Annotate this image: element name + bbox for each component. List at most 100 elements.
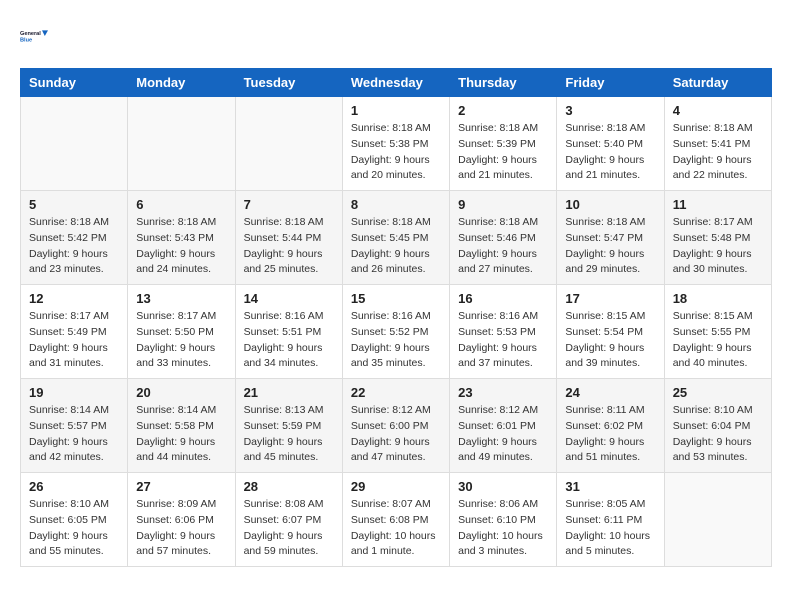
day-number: 24 [565, 385, 655, 400]
calendar-cell [21, 97, 128, 191]
day-info: Sunrise: 8:07 AM Sunset: 6:08 PM Dayligh… [351, 497, 441, 560]
day-info: Sunrise: 8:18 AM Sunset: 5:46 PM Dayligh… [458, 215, 548, 278]
day-info: Sunrise: 8:12 AM Sunset: 6:00 PM Dayligh… [351, 403, 441, 466]
calendar-cell: 4 Sunrise: 8:18 AM Sunset: 5:41 PM Daylig… [664, 97, 771, 191]
day-number: 18 [673, 291, 763, 306]
calendar-cell: 17 Sunrise: 8:15 AM Sunset: 5:54 PM Dayli… [557, 285, 664, 379]
day-number: 28 [244, 479, 334, 494]
day-info: Sunrise: 8:10 AM Sunset: 6:04 PM Dayligh… [673, 403, 763, 466]
day-info: Sunrise: 8:18 AM Sunset: 5:42 PM Dayligh… [29, 215, 119, 278]
day-info: Sunrise: 8:16 AM Sunset: 5:53 PM Dayligh… [458, 309, 548, 372]
day-info: Sunrise: 8:17 AM Sunset: 5:48 PM Dayligh… [673, 215, 763, 278]
day-info: Sunrise: 8:06 AM Sunset: 6:10 PM Dayligh… [458, 497, 548, 560]
day-info: Sunrise: 8:05 AM Sunset: 6:11 PM Dayligh… [565, 497, 655, 560]
page-header: GeneralBlue [20, 20, 772, 52]
calendar-cell: 16 Sunrise: 8:16 AM Sunset: 5:53 PM Dayli… [450, 285, 557, 379]
day-info: Sunrise: 8:11 AM Sunset: 6:02 PM Dayligh… [565, 403, 655, 466]
day-info: Sunrise: 8:17 AM Sunset: 5:50 PM Dayligh… [136, 309, 226, 372]
weekday-header-thursday: Thursday [450, 69, 557, 97]
day-number: 15 [351, 291, 441, 306]
day-info: Sunrise: 8:18 AM Sunset: 5:45 PM Dayligh… [351, 215, 441, 278]
day-number: 12 [29, 291, 119, 306]
calendar-cell: 13 Sunrise: 8:17 AM Sunset: 5:50 PM Dayli… [128, 285, 235, 379]
day-number: 5 [29, 197, 119, 212]
day-info: Sunrise: 8:15 AM Sunset: 5:54 PM Dayligh… [565, 309, 655, 372]
day-number: 9 [458, 197, 548, 212]
calendar-cell: 8 Sunrise: 8:18 AM Sunset: 5:45 PM Daylig… [342, 191, 449, 285]
day-info: Sunrise: 8:08 AM Sunset: 6:07 PM Dayligh… [244, 497, 334, 560]
calendar-cell: 18 Sunrise: 8:15 AM Sunset: 5:55 PM Dayli… [664, 285, 771, 379]
day-number: 8 [351, 197, 441, 212]
day-number: 17 [565, 291, 655, 306]
calendar-cell: 15 Sunrise: 8:16 AM Sunset: 5:52 PM Dayli… [342, 285, 449, 379]
day-number: 4 [673, 103, 763, 118]
weekday-header-monday: Monday [128, 69, 235, 97]
day-number: 30 [458, 479, 548, 494]
calendar-cell: 27 Sunrise: 8:09 AM Sunset: 6:06 PM Dayli… [128, 473, 235, 567]
calendar-cell: 3 Sunrise: 8:18 AM Sunset: 5:40 PM Daylig… [557, 97, 664, 191]
calendar-cell [128, 97, 235, 191]
day-info: Sunrise: 8:16 AM Sunset: 5:52 PM Dayligh… [351, 309, 441, 372]
weekday-header-sunday: Sunday [21, 69, 128, 97]
weekday-header-wednesday: Wednesday [342, 69, 449, 97]
calendar-cell: 20Sunrise: 8:14 AM Sunset: 5:58 PM Dayli… [128, 379, 235, 473]
calendar-week-row: 26Sunrise: 8:10 AM Sunset: 6:05 PM Dayli… [21, 473, 772, 567]
day-info: Sunrise: 8:18 AM Sunset: 5:44 PM Dayligh… [244, 215, 334, 278]
day-info: Sunrise: 8:14 AM Sunset: 5:58 PM Dayligh… [136, 403, 226, 466]
day-number: 3 [565, 103, 655, 118]
day-number: 16 [458, 291, 548, 306]
day-number: 10 [565, 197, 655, 212]
calendar-cell: 28 Sunrise: 8:08 AM Sunset: 6:07 PM Dayli… [235, 473, 342, 567]
day-info: Sunrise: 8:13 AM Sunset: 5:59 PM Dayligh… [244, 403, 334, 466]
day-info: Sunrise: 8:18 AM Sunset: 5:41 PM Dayligh… [673, 121, 763, 184]
day-number: 29 [351, 479, 441, 494]
weekday-header-tuesday: Tuesday [235, 69, 342, 97]
calendar-cell: 12Sunrise: 8:17 AM Sunset: 5:49 PM Dayli… [21, 285, 128, 379]
day-number: 13 [136, 291, 226, 306]
day-number: 19 [29, 385, 119, 400]
day-number: 25 [673, 385, 763, 400]
day-info: Sunrise: 8:14 AM Sunset: 5:57 PM Dayligh… [29, 403, 119, 466]
calendar-cell: 30 Sunrise: 8:06 AM Sunset: 6:10 PM Dayli… [450, 473, 557, 567]
day-info: Sunrise: 8:18 AM Sunset: 5:39 PM Dayligh… [458, 121, 548, 184]
weekday-header-saturday: Saturday [664, 69, 771, 97]
day-info: Sunrise: 8:18 AM Sunset: 5:40 PM Dayligh… [565, 121, 655, 184]
calendar-cell: 5 Sunrise: 8:18 AM Sunset: 5:42 PM Daylig… [21, 191, 128, 285]
calendar-week-row: 5 Sunrise: 8:18 AM Sunset: 5:42 PM Daylig… [21, 191, 772, 285]
day-number: 11 [673, 197, 763, 212]
logo: GeneralBlue [20, 20, 52, 52]
calendar-cell: 22Sunrise: 8:12 AM Sunset: 6:00 PM Dayli… [342, 379, 449, 473]
calendar-cell: 1 Sunrise: 8:18 AM Sunset: 5:38 PM Daylig… [342, 97, 449, 191]
calendar-cell: 19 Sunrise: 8:14 AM Sunset: 5:57 PM Dayli… [21, 379, 128, 473]
day-info: Sunrise: 8:09 AM Sunset: 6:06 PM Dayligh… [136, 497, 226, 560]
svg-text:Blue: Blue [20, 38, 32, 44]
day-number: 1 [351, 103, 441, 118]
calendar-week-row: 1 Sunrise: 8:18 AM Sunset: 5:38 PM Daylig… [21, 97, 772, 191]
calendar-cell: 25 Sunrise: 8:10 AM Sunset: 6:04 PM Dayli… [664, 379, 771, 473]
calendar-cell: 24 Sunrise: 8:11 AM Sunset: 6:02 PM Dayli… [557, 379, 664, 473]
calendar-cell [664, 473, 771, 567]
day-info: Sunrise: 8:12 AM Sunset: 6:01 PM Dayligh… [458, 403, 548, 466]
svg-text:General: General [20, 31, 41, 37]
day-number: 7 [244, 197, 334, 212]
calendar-cell: 11 Sunrise: 8:17 AM Sunset: 5:48 PM Dayli… [664, 191, 771, 285]
calendar-cell [235, 97, 342, 191]
calendar-cell: 29 Sunrise: 8:07 AM Sunset: 6:08 PM Dayli… [342, 473, 449, 567]
day-info: Sunrise: 8:15 AM Sunset: 5:55 PM Dayligh… [673, 309, 763, 372]
weekday-header-friday: Friday [557, 69, 664, 97]
day-number: 26 [29, 479, 119, 494]
day-number: 27 [136, 479, 226, 494]
calendar-week-row: 12Sunrise: 8:17 AM Sunset: 5:49 PM Dayli… [21, 285, 772, 379]
calendar-cell: 2Sunrise: 8:18 AM Sunset: 5:39 PM Daylig… [450, 97, 557, 191]
day-info: Sunrise: 8:18 AM Sunset: 5:38 PM Dayligh… [351, 121, 441, 184]
day-number: 31 [565, 479, 655, 494]
calendar-cell: 6Sunrise: 8:18 AM Sunset: 5:43 PM Daylig… [128, 191, 235, 285]
calendar-cell: 9 Sunrise: 8:18 AM Sunset: 5:46 PM Daylig… [450, 191, 557, 285]
day-number: 14 [244, 291, 334, 306]
calendar-cell: 14Sunrise: 8:16 AM Sunset: 5:51 PM Dayli… [235, 285, 342, 379]
logo-icon: GeneralBlue [20, 20, 52, 52]
weekday-header-row: SundayMondayTuesdayWednesdayThursdayFrid… [21, 69, 772, 97]
calendar-cell: 10 Sunrise: 8:18 AM Sunset: 5:47 PM Dayli… [557, 191, 664, 285]
day-info: Sunrise: 8:18 AM Sunset: 5:47 PM Dayligh… [565, 215, 655, 278]
day-number: 6 [136, 197, 226, 212]
